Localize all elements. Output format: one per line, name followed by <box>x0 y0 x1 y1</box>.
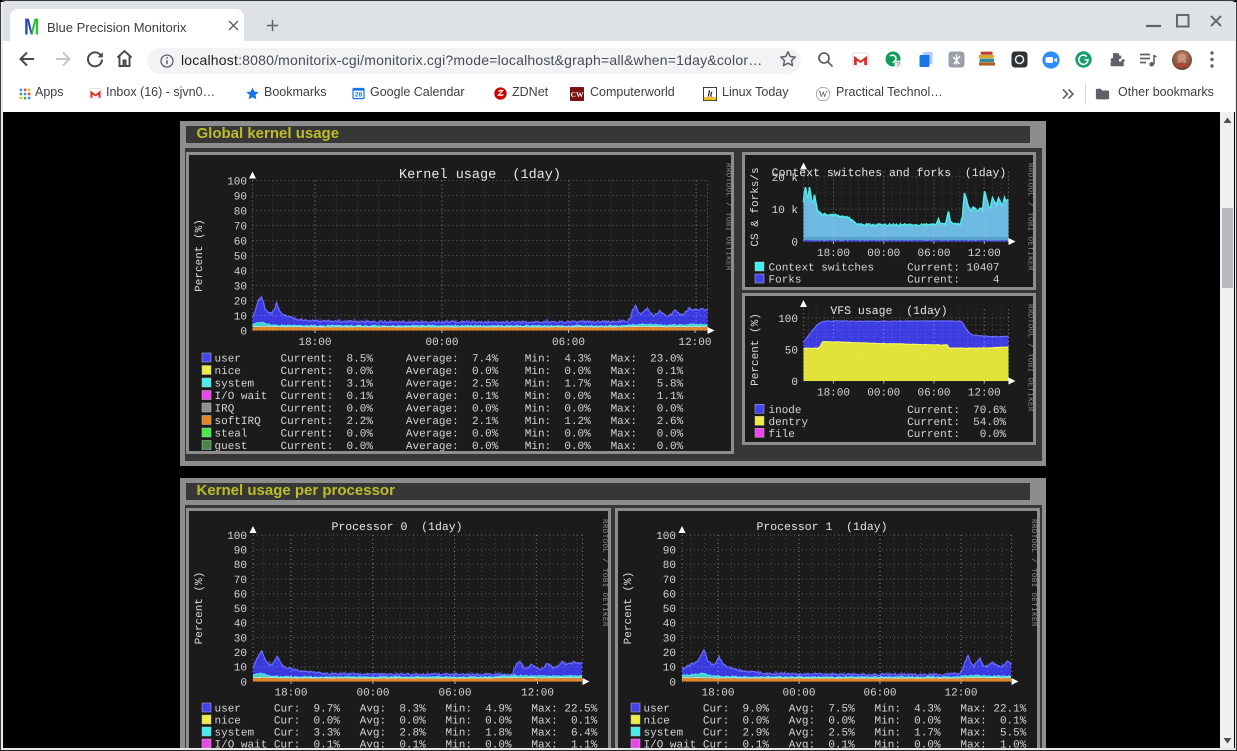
svg-text:M: M <box>24 17 39 37</box>
svg-text:IRQ Current: 0.0% A: IRQ Current: 0.0% Average: 0.0% Min: 0.0… <box>214 403 683 415</box>
svg-text:50: 50 <box>784 345 797 357</box>
svg-text:0: 0 <box>669 677 676 689</box>
svg-text:CW: CW <box>571 90 584 99</box>
svg-text:nice Current: 0.0% A: nice Current: 0.0% Average: 0.0% Min: 0.… <box>214 366 683 378</box>
svg-text:50: 50 <box>663 604 676 616</box>
svg-text:12:00: 12:00 <box>967 388 1000 400</box>
svg-text:10 k: 10 k <box>771 205 798 217</box>
svg-text:12:00: 12:00 <box>967 248 1000 260</box>
svg-text:Processor 0 (1day): Processor 0 (1day) <box>331 521 462 534</box>
svg-text:10: 10 <box>233 663 246 675</box>
svg-text:60: 60 <box>233 236 246 248</box>
svg-text:100: 100 <box>227 531 247 543</box>
svg-text:18:00: 18:00 <box>298 337 331 349</box>
svg-text:dentry Current:: dentry Current: 54.0% <box>768 417 1006 429</box>
svg-text:20 k: 20 k <box>771 172 798 184</box>
svg-text:40: 40 <box>663 619 676 631</box>
svg-text:I/O wait Current: 0.1% A: I/O wait Current: 0.1% Average: 0.1% Min… <box>214 391 683 403</box>
svg-text:18:00: 18:00 <box>701 688 734 700</box>
svg-text:Context switches and forks (1: Context switches and forks (1day) <box>771 167 1006 180</box>
svg-text:40: 40 <box>233 619 246 631</box>
svg-text:VFS usage (1day): VFS usage (1day) <box>830 305 947 318</box>
svg-text:CS & forks/s: CS & forks/s <box>750 167 762 246</box>
svg-text:06:00: 06:00 <box>551 337 584 349</box>
svg-text:40: 40 <box>233 266 246 278</box>
svg-text:20: 20 <box>233 648 246 660</box>
svg-text:system Cur: 3.3% Avg: 2.: system Cur: 3.3% Avg: 2.8% Min: 1.8% Max… <box>214 728 597 740</box>
svg-text:Percent (%): Percent (%) <box>194 572 206 645</box>
svg-text:80: 80 <box>663 560 676 572</box>
svg-text:system Current: 3.1% A: system Current: 3.1% Average: 2.5% Min: … <box>214 378 683 390</box>
svg-text:70: 70 <box>233 221 246 233</box>
svg-text:00:00: 00:00 <box>782 688 815 700</box>
svg-text:100: 100 <box>656 531 676 543</box>
svg-text:softIRQ Current: 2.2% A: softIRQ Current: 2.2% Average: 2.1% Min:… <box>214 416 683 428</box>
svg-text:Context switches Current:: Context switches Current: 10407 <box>768 262 999 274</box>
svg-text:12:00: 12:00 <box>944 688 977 700</box>
svg-text:steal Current: 0.0% A: steal Current: 0.0% Average: 0.0% Min: 0… <box>214 428 683 440</box>
svg-text:50: 50 <box>233 604 246 616</box>
svg-text:80: 80 <box>233 206 246 218</box>
svg-text:user Cur: 9.7% Avg: 8.: user Cur: 9.7% Avg: 8.3% Min: 4.9% Max: … <box>214 704 597 716</box>
svg-text:12:00: 12:00 <box>678 337 711 349</box>
svg-text:30: 30 <box>663 633 676 645</box>
svg-text:10: 10 <box>663 663 676 675</box>
svg-text:RRDTOOL / TOBI OETIKER: RRDTOOL / TOBI OETIKER <box>600 519 608 627</box>
svg-text:inode Current:: inode Current: 70.6% <box>768 405 1006 417</box>
svg-text:50: 50 <box>233 251 246 263</box>
svg-text:0: 0 <box>240 326 247 338</box>
svg-text:60: 60 <box>233 589 246 601</box>
svg-text:60: 60 <box>663 589 676 601</box>
svg-text:RRDTOOL / TOBI OETIKER: RRDTOOL / TOBI OETIKER <box>1029 519 1037 627</box>
svg-text:Percent (%): Percent (%) <box>623 572 635 645</box>
svg-text:W: W <box>819 90 828 100</box>
svg-text:28: 28 <box>355 91 363 98</box>
svg-text:30: 30 <box>233 633 246 645</box>
svg-text:12:00: 12:00 <box>520 688 553 700</box>
svg-text:00:00: 00:00 <box>356 688 389 700</box>
svg-text:user Cur: 9.0% Avg: 7.: user Cur: 9.0% Avg: 7.5% Min: 4.3% Max: … <box>644 704 1027 716</box>
svg-text:00:00: 00:00 <box>425 337 458 349</box>
svg-text:file Current:: file Current: 0.0% <box>768 429 1006 441</box>
svg-text:RRDTOOL / TOBI OETIKER: RRDTOOL / TOBI OETIKER <box>723 163 731 271</box>
svg-text:Processor 1 (1day): Processor 1 (1day) <box>756 521 887 534</box>
svg-text:0: 0 <box>791 377 798 389</box>
svg-text:80: 80 <box>233 560 246 572</box>
svg-text:06:00: 06:00 <box>917 248 950 260</box>
svg-text:18:00: 18:00 <box>274 688 307 700</box>
svg-text:10: 10 <box>233 311 246 323</box>
svg-text:20: 20 <box>233 296 246 308</box>
svg-text:90: 90 <box>233 191 246 203</box>
svg-text:00:00: 00:00 <box>867 248 900 260</box>
svg-text:system Cur: 2.9% Avg: 2.: system Cur: 2.9% Avg: 2.5% Min: 1.7% Max… <box>644 728 1027 740</box>
svg-text:Percent (%): Percent (%) <box>194 219 206 292</box>
svg-text:100: 100 <box>778 314 798 326</box>
svg-text:30: 30 <box>233 281 246 293</box>
svg-text:?: ? <box>896 61 900 68</box>
svg-text:0: 0 <box>791 237 798 249</box>
svg-text:guest Current: 0.0% A: guest Current: 0.0% Average: 0.0% Min: 0… <box>214 441 683 452</box>
svg-text:90: 90 <box>233 546 246 558</box>
svg-text:70: 70 <box>663 575 676 587</box>
svg-text:nice Cur: 0.0% Avg: 0.: nice Cur: 0.0% Avg: 0.0% Min: 0.0% Max: … <box>644 716 1027 728</box>
svg-text:nice Cur: 0.0% Avg: 0.: nice Cur: 0.0% Avg: 0.0% Min: 0.0% Max: … <box>214 716 597 728</box>
svg-text:70: 70 <box>233 575 246 587</box>
svg-text:RRDTOOL / TOBI OETIKER: RRDTOOL / TOBI OETIKER <box>1025 163 1033 271</box>
svg-text:18:00: 18:00 <box>816 388 849 400</box>
svg-text:00:00: 00:00 <box>867 388 900 400</box>
svg-text:Forks Current:: Forks Current: 4 <box>768 274 999 286</box>
svg-text:RRDTOOL / TOBI OETIKER: RRDTOOL / TOBI OETIKER <box>1025 304 1033 412</box>
svg-text:100: 100 <box>227 176 247 188</box>
svg-text:90: 90 <box>663 546 676 558</box>
svg-text:18:00: 18:00 <box>816 248 849 260</box>
svg-text:06:00: 06:00 <box>438 688 471 700</box>
svg-text:Percent (%): Percent (%) <box>750 313 762 386</box>
svg-text:06:00: 06:00 <box>917 388 950 400</box>
svg-text:20: 20 <box>663 648 676 660</box>
svg-text:06:00: 06:00 <box>863 688 896 700</box>
svg-text:0: 0 <box>240 677 247 689</box>
svg-text:user Current: 8.5% A: user Current: 8.5% Average: 7.4% Min: 4.… <box>214 353 683 365</box>
